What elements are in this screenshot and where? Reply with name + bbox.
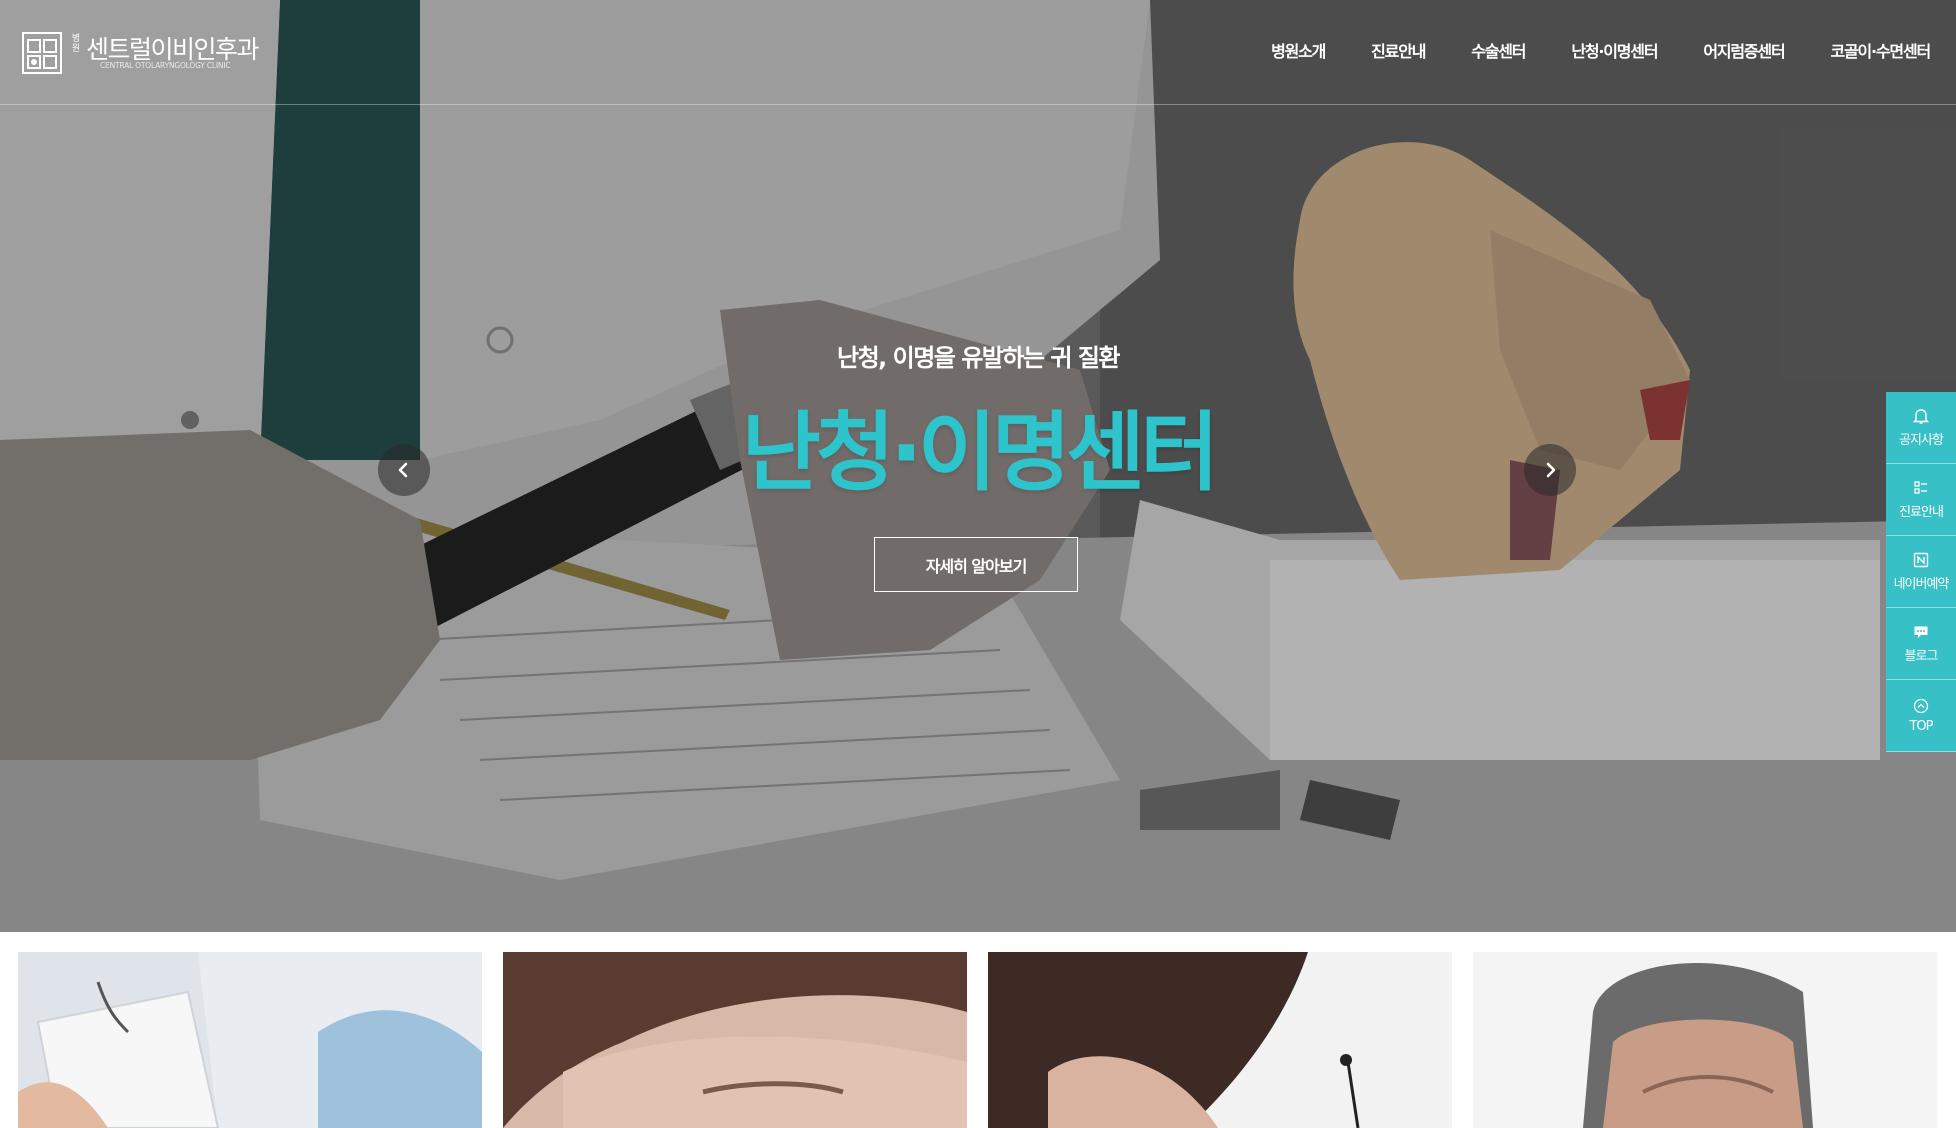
center-card-3[interactable] xyxy=(988,952,1452,1128)
nav-item-about[interactable]: 병원소개 xyxy=(1271,38,1326,62)
center-card-4[interactable] xyxy=(1473,952,1937,1128)
card-image-man xyxy=(1473,952,1937,1128)
logo-mark-icon xyxy=(22,32,62,74)
center-card-2[interactable] xyxy=(503,952,967,1128)
quick-treatment-button[interactable]: 진료안내 xyxy=(1886,464,1956,536)
quick-blog-button[interactable]: 블로그 xyxy=(1886,608,1956,680)
learn-more-button[interactable]: 자세히 알아보기 xyxy=(874,537,1078,592)
quick-top-button[interactable]: TOP xyxy=(1886,680,1956,752)
chat-bubble-icon xyxy=(1914,626,1928,638)
center-card-1[interactable] xyxy=(18,952,482,1128)
card-image-dizzy-woman xyxy=(988,952,1452,1128)
card-image-face xyxy=(503,952,967,1128)
slider-prev-button[interactable] xyxy=(378,444,430,496)
nav-item-surgery[interactable]: 수술센터 xyxy=(1471,38,1526,62)
card-image-doctor xyxy=(18,952,482,1128)
bell-icon xyxy=(1912,409,1930,424)
hero-title: 난청·이명센터 xyxy=(741,403,1219,503)
quick-naver-booking-button[interactable]: 네이버예약 xyxy=(1886,536,1956,608)
logo-subtitle: CENTRAL OTOLARYNGOLOGY CLINIC xyxy=(100,61,231,70)
quick-blog-label: 블로그 xyxy=(1904,649,1939,664)
nav-item-dizziness[interactable]: 어지럼증센터 xyxy=(1703,38,1785,62)
nav-item-treatment[interactable]: 진료안내 xyxy=(1371,38,1426,62)
arrow-up-circle-icon xyxy=(1913,698,1929,714)
naver-icon xyxy=(1913,552,1929,568)
chevron-left-icon xyxy=(398,462,408,478)
logo-tag: 병원 xyxy=(71,34,81,54)
hero-subtitle: 난청, 이명을 유발하는 귀 질환 xyxy=(837,344,1121,372)
quick-menu: 공지사항 진료안내 네이버예약 블로그 TOP xyxy=(1886,392,1956,752)
quick-notice-label: 공지사항 xyxy=(1899,433,1944,448)
nav-item-snoring-sleep[interactable]: 코골이·수면센터 xyxy=(1830,38,1931,62)
site-header: 병원 센트럴이비인후과 CENTRAL OTOLARYNGOLOGY CLINI… xyxy=(0,0,1956,105)
quick-naver-booking-label: 네이버예약 xyxy=(1893,577,1950,592)
list-icon xyxy=(1914,481,1927,494)
quick-treatment-label: 진료안내 xyxy=(1899,505,1944,520)
slider-next-button[interactable] xyxy=(1524,444,1576,496)
quick-notice-button[interactable]: 공지사항 xyxy=(1886,392,1956,464)
main-nav: 병원소개 진료안내 수술센터 난청·이명센터 어지럼증센터 코골이·수면센터 xyxy=(1225,38,1931,62)
chevron-right-icon xyxy=(1546,462,1556,478)
clinic-logo[interactable]: 병원 센트럴이비인후과 CENTRAL OTOLARYNGOLOGY CLINI… xyxy=(22,30,262,76)
center-cards xyxy=(0,952,1956,1128)
nav-item-hearing-tinnitus[interactable]: 난청·이명센터 xyxy=(1571,38,1658,62)
quick-top-label: TOP xyxy=(1909,719,1933,734)
